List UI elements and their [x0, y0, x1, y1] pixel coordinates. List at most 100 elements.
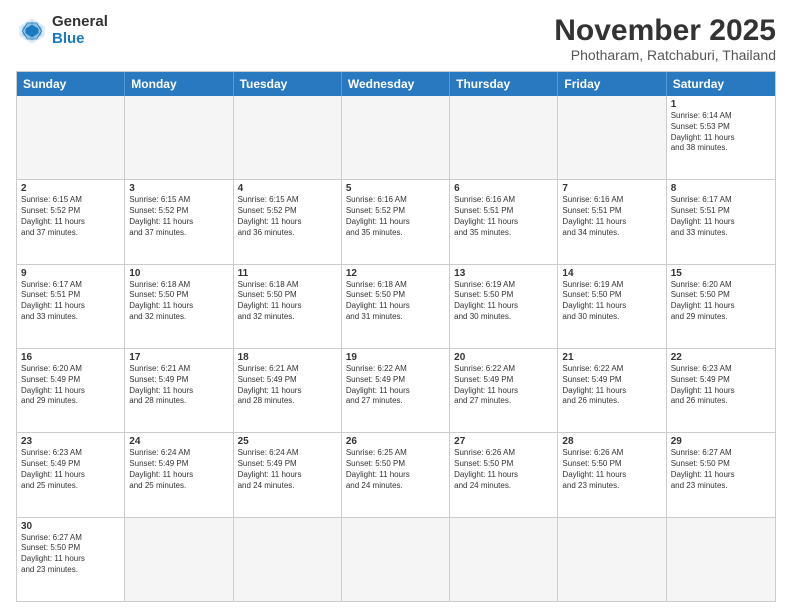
- title-block: November 2025 Photharam, Ratchaburi, Tha…: [554, 14, 776, 63]
- cell-sun-info: Sunrise: 6:18 AM Sunset: 5:50 PM Dayligh…: [346, 280, 445, 323]
- calendar-body: 1Sunrise: 6:14 AM Sunset: 5:53 PM Daylig…: [17, 96, 775, 601]
- cal-cell-day-14: 14Sunrise: 6:19 AM Sunset: 5:50 PM Dayli…: [558, 265, 666, 348]
- cal-cell-day-20: 20Sunrise: 6:22 AM Sunset: 5:49 PM Dayli…: [450, 349, 558, 432]
- day-number: 22: [671, 352, 771, 363]
- day-number: 24: [129, 436, 228, 447]
- cell-sun-info: Sunrise: 6:15 AM Sunset: 5:52 PM Dayligh…: [21, 195, 120, 238]
- cal-cell-day-7: 7Sunrise: 6:16 AM Sunset: 5:51 PM Daylig…: [558, 180, 666, 263]
- day-number: 16: [21, 352, 120, 363]
- day-number: 18: [238, 352, 337, 363]
- cell-sun-info: Sunrise: 6:17 AM Sunset: 5:51 PM Dayligh…: [21, 280, 120, 323]
- day-number: 6: [454, 183, 553, 194]
- day-number: 30: [21, 521, 120, 532]
- cell-sun-info: Sunrise: 6:18 AM Sunset: 5:50 PM Dayligh…: [238, 280, 337, 323]
- cal-cell-empty: [342, 96, 450, 179]
- cal-cell-day-21: 21Sunrise: 6:22 AM Sunset: 5:49 PM Dayli…: [558, 349, 666, 432]
- cal-cell-day-8: 8Sunrise: 6:17 AM Sunset: 5:51 PM Daylig…: [667, 180, 775, 263]
- day-number: 27: [454, 436, 553, 447]
- cal-cell-empty: [450, 518, 558, 601]
- cal-cell-day-5: 5Sunrise: 6:16 AM Sunset: 5:52 PM Daylig…: [342, 180, 450, 263]
- day-number: 5: [346, 183, 445, 194]
- cell-sun-info: Sunrise: 6:16 AM Sunset: 5:51 PM Dayligh…: [562, 195, 661, 238]
- cell-sun-info: Sunrise: 6:19 AM Sunset: 5:50 PM Dayligh…: [454, 280, 553, 323]
- logo-icon: [16, 15, 48, 47]
- header: General Blue November 2025 Photharam, Ra…: [16, 14, 776, 63]
- month-title: November 2025: [554, 14, 776, 47]
- day-number: 8: [671, 183, 771, 194]
- day-number: 13: [454, 268, 553, 279]
- logo: General Blue: [16, 14, 108, 47]
- calendar-row-2: 9Sunrise: 6:17 AM Sunset: 5:51 PM Daylig…: [17, 264, 775, 348]
- cell-sun-info: Sunrise: 6:15 AM Sunset: 5:52 PM Dayligh…: [238, 195, 337, 238]
- cal-cell-day-10: 10Sunrise: 6:18 AM Sunset: 5:50 PM Dayli…: [125, 265, 233, 348]
- cell-sun-info: Sunrise: 6:15 AM Sunset: 5:52 PM Dayligh…: [129, 195, 228, 238]
- cal-cell-empty: [234, 96, 342, 179]
- cell-sun-info: Sunrise: 6:22 AM Sunset: 5:49 PM Dayligh…: [454, 364, 553, 407]
- calendar-row-0: 1Sunrise: 6:14 AM Sunset: 5:53 PM Daylig…: [17, 96, 775, 179]
- day-number: 23: [21, 436, 120, 447]
- cal-cell-day-4: 4Sunrise: 6:15 AM Sunset: 5:52 PM Daylig…: [234, 180, 342, 263]
- day-number: 26: [346, 436, 445, 447]
- day-number: 12: [346, 268, 445, 279]
- day-number: 7: [562, 183, 661, 194]
- location-subtitle: Photharam, Ratchaburi, Thailand: [554, 47, 776, 63]
- calendar-row-5: 30Sunrise: 6:27 AM Sunset: 5:50 PM Dayli…: [17, 517, 775, 601]
- day-number: 10: [129, 268, 228, 279]
- calendar-row-1: 2Sunrise: 6:15 AM Sunset: 5:52 PM Daylig…: [17, 179, 775, 263]
- cell-sun-info: Sunrise: 6:22 AM Sunset: 5:49 PM Dayligh…: [346, 364, 445, 407]
- cal-cell-day-23: 23Sunrise: 6:23 AM Sunset: 5:49 PM Dayli…: [17, 433, 125, 516]
- day-number: 1: [671, 99, 771, 110]
- cal-cell-day-3: 3Sunrise: 6:15 AM Sunset: 5:52 PM Daylig…: [125, 180, 233, 263]
- cell-sun-info: Sunrise: 6:16 AM Sunset: 5:51 PM Dayligh…: [454, 195, 553, 238]
- cal-cell-day-26: 26Sunrise: 6:25 AM Sunset: 5:50 PM Dayli…: [342, 433, 450, 516]
- calendar: SundayMondayTuesdayWednesdayThursdayFrid…: [16, 71, 776, 602]
- day-number: 14: [562, 268, 661, 279]
- cell-sun-info: Sunrise: 6:14 AM Sunset: 5:53 PM Dayligh…: [671, 111, 771, 154]
- cell-sun-info: Sunrise: 6:17 AM Sunset: 5:51 PM Dayligh…: [671, 195, 771, 238]
- cal-cell-day-19: 19Sunrise: 6:22 AM Sunset: 5:49 PM Dayli…: [342, 349, 450, 432]
- day-number: 2: [21, 183, 120, 194]
- cal-cell-empty: [667, 518, 775, 601]
- day-number: 9: [21, 268, 120, 279]
- day-number: 15: [671, 268, 771, 279]
- cal-cell-day-17: 17Sunrise: 6:21 AM Sunset: 5:49 PM Dayli…: [125, 349, 233, 432]
- cal-cell-day-6: 6Sunrise: 6:16 AM Sunset: 5:51 PM Daylig…: [450, 180, 558, 263]
- calendar-header: SundayMondayTuesdayWednesdayThursdayFrid…: [17, 72, 775, 96]
- logo-text: General Blue: [52, 14, 108, 47]
- cal-cell-day-18: 18Sunrise: 6:21 AM Sunset: 5:49 PM Dayli…: [234, 349, 342, 432]
- weekday-header-thursday: Thursday: [450, 72, 558, 96]
- cell-sun-info: Sunrise: 6:23 AM Sunset: 5:49 PM Dayligh…: [21, 448, 120, 491]
- cal-cell-day-13: 13Sunrise: 6:19 AM Sunset: 5:50 PM Dayli…: [450, 265, 558, 348]
- cell-sun-info: Sunrise: 6:20 AM Sunset: 5:49 PM Dayligh…: [21, 364, 120, 407]
- day-number: 19: [346, 352, 445, 363]
- cal-cell-day-11: 11Sunrise: 6:18 AM Sunset: 5:50 PM Dayli…: [234, 265, 342, 348]
- weekday-header-monday: Monday: [125, 72, 233, 96]
- cal-cell-day-22: 22Sunrise: 6:23 AM Sunset: 5:49 PM Dayli…: [667, 349, 775, 432]
- cal-cell-empty: [558, 96, 666, 179]
- cal-cell-day-28: 28Sunrise: 6:26 AM Sunset: 5:50 PM Dayli…: [558, 433, 666, 516]
- cal-cell-day-15: 15Sunrise: 6:20 AM Sunset: 5:50 PM Dayli…: [667, 265, 775, 348]
- cell-sun-info: Sunrise: 6:16 AM Sunset: 5:52 PM Dayligh…: [346, 195, 445, 238]
- cal-cell-empty: [125, 518, 233, 601]
- weekday-header-sunday: Sunday: [17, 72, 125, 96]
- cell-sun-info: Sunrise: 6:21 AM Sunset: 5:49 PM Dayligh…: [129, 364, 228, 407]
- calendar-row-3: 16Sunrise: 6:20 AM Sunset: 5:49 PM Dayli…: [17, 348, 775, 432]
- weekday-header-saturday: Saturday: [667, 72, 775, 96]
- calendar-row-4: 23Sunrise: 6:23 AM Sunset: 5:49 PM Dayli…: [17, 432, 775, 516]
- day-number: 17: [129, 352, 228, 363]
- cell-sun-info: Sunrise: 6:23 AM Sunset: 5:49 PM Dayligh…: [671, 364, 771, 407]
- day-number: 20: [454, 352, 553, 363]
- cal-cell-day-1: 1Sunrise: 6:14 AM Sunset: 5:53 PM Daylig…: [667, 96, 775, 179]
- cal-cell-day-2: 2Sunrise: 6:15 AM Sunset: 5:52 PM Daylig…: [17, 180, 125, 263]
- cell-sun-info: Sunrise: 6:26 AM Sunset: 5:50 PM Dayligh…: [454, 448, 553, 491]
- weekday-header-friday: Friday: [558, 72, 666, 96]
- cell-sun-info: Sunrise: 6:24 AM Sunset: 5:49 PM Dayligh…: [238, 448, 337, 491]
- cell-sun-info: Sunrise: 6:18 AM Sunset: 5:50 PM Dayligh…: [129, 280, 228, 323]
- cal-cell-day-9: 9Sunrise: 6:17 AM Sunset: 5:51 PM Daylig…: [17, 265, 125, 348]
- cal-cell-empty: [450, 96, 558, 179]
- cell-sun-info: Sunrise: 6:22 AM Sunset: 5:49 PM Dayligh…: [562, 364, 661, 407]
- cell-sun-info: Sunrise: 6:20 AM Sunset: 5:50 PM Dayligh…: [671, 280, 771, 323]
- cell-sun-info: Sunrise: 6:21 AM Sunset: 5:49 PM Dayligh…: [238, 364, 337, 407]
- cal-cell-day-16: 16Sunrise: 6:20 AM Sunset: 5:49 PM Dayli…: [17, 349, 125, 432]
- cell-sun-info: Sunrise: 6:19 AM Sunset: 5:50 PM Dayligh…: [562, 280, 661, 323]
